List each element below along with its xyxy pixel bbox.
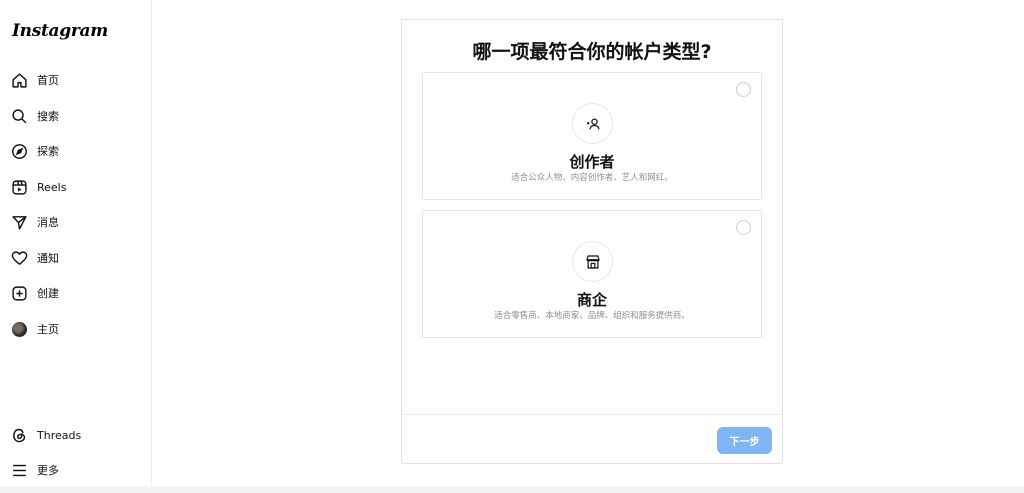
avatar [11,321,27,337]
sidebar-item-search[interactable]: 搜索 [10,104,140,128]
shop-icon [572,241,613,282]
compass-icon [10,142,28,160]
sidebar-item-explore[interactable]: 探索 [10,139,140,163]
sidebar-item-label: 创建 [37,287,59,300]
sidebar-item-label: 搜索 [37,110,59,123]
sidebar-item-profile[interactable]: 主页 [10,317,140,341]
sidebar-item-create[interactable]: 创建 [10,281,140,305]
creator-icon [572,103,613,144]
account-type-dialog: 哪一项最符合你的帐户类型? 创作者 适合公众人物、内容创作者、艺人和网红。 商企… [401,19,783,464]
sidebar-item-more[interactable]: 更多 [10,458,140,482]
dialog-title: 哪一项最符合你的帐户类型? [472,41,712,63]
sidebar-item-label: 首页 [37,74,59,87]
sidebar-item-label: 主页 [37,323,59,336]
sidebar-item-home[interactable]: 首页 [10,68,140,92]
dialog-footer: 下一步 [402,414,782,464]
send-icon [10,213,28,231]
search-icon [10,107,28,125]
option-creator[interactable]: 创作者 适合公众人物、内容创作者、艺人和网红。 [422,72,762,200]
option-business[interactable]: 商企 适合零售商、本地商家、品牌、组织和服务提供商。 [422,210,762,338]
threads-icon [10,426,28,444]
sidebar-item-label: 通知 [37,252,59,265]
sidebar-item-label: Threads [37,428,82,442]
sidebar-item-label: 更多 [37,464,59,477]
bottom-bar [0,486,1024,493]
menu-icon [10,461,28,479]
sidebar-item-threads[interactable]: Threads [10,423,140,447]
sidebar: Instagram 首页 搜索 探索 Reels 消息 通知 创建 主页 Thr… [0,0,152,493]
heart-icon [10,249,28,267]
option-title: 商企 [576,291,607,309]
sidebar-item-messages[interactable]: 消息 [10,210,140,234]
sidebar-item-reels[interactable]: Reels [10,175,140,199]
sidebar-item-label: 探索 [37,145,59,158]
next-button[interactable]: 下一步 [717,427,772,454]
sidebar-item-label: 消息 [37,216,59,229]
option-title: 创作者 [569,153,615,171]
radio-button[interactable] [736,82,751,97]
home-icon [10,71,28,89]
option-description: 适合公众人物、内容创作者、艺人和网红。 [511,173,673,183]
radio-button[interactable] [736,220,751,235]
plus-square-icon [10,284,28,302]
option-description: 适合零售商、本地商家、品牌、组织和服务提供商。 [494,311,690,321]
reels-icon [10,178,28,196]
instagram-logo[interactable]: Instagram [12,21,108,41]
sidebar-item-notifications[interactable]: 通知 [10,246,140,270]
sidebar-item-label: Reels [37,180,67,194]
